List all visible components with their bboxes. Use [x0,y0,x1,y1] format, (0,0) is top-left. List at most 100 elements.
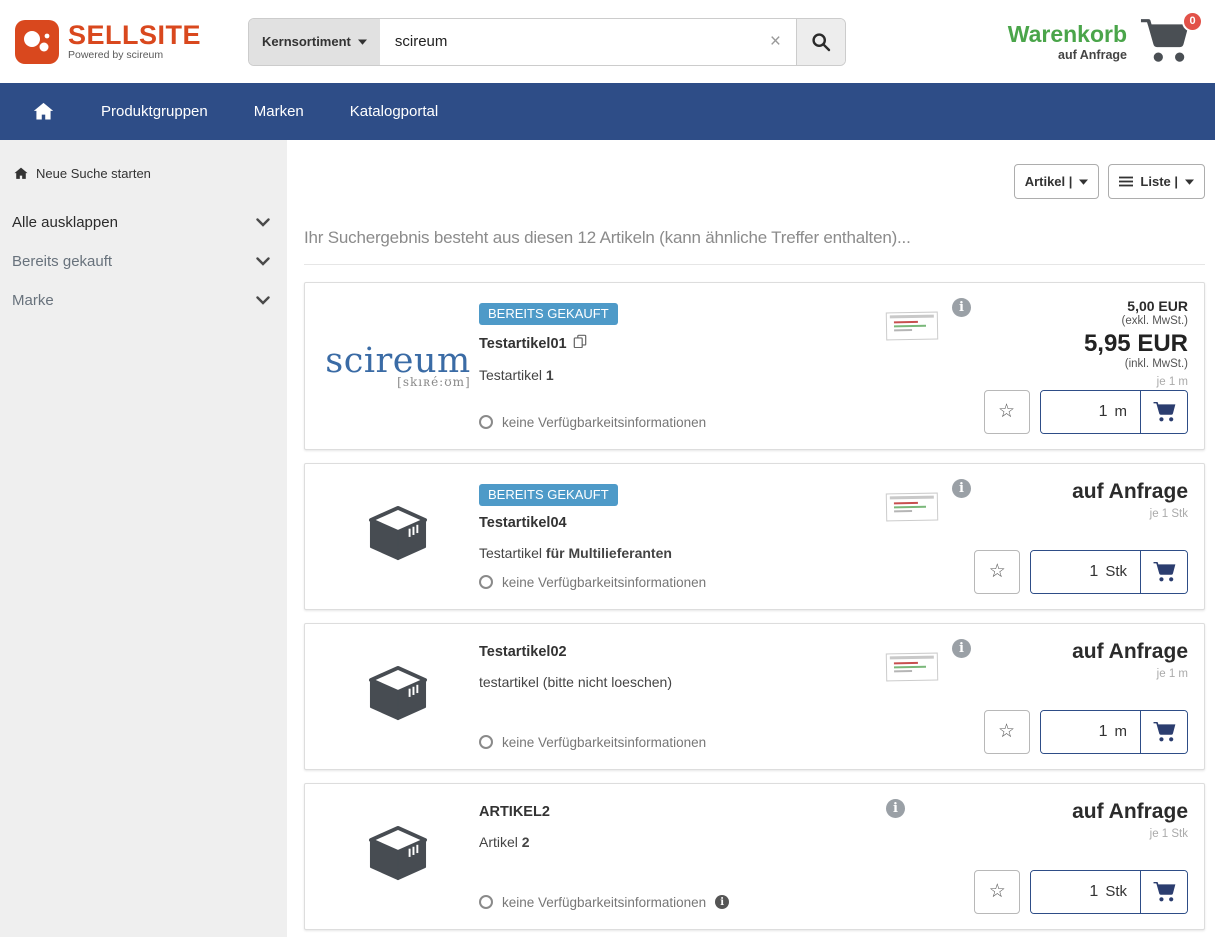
quantity-input[interactable] [1031,871,1105,913]
product-title[interactable]: Testartikel02 [479,644,567,660]
nav-item-katalogportal[interactable]: Katalogportal [327,103,461,120]
badge-bereits-gekauft: BEREITS GEKAUFT [479,484,618,506]
availability-text: keine Verfügbarkeitsinformationen [502,735,706,750]
search-input[interactable] [380,19,755,65]
thumbnail-line [890,496,934,500]
quantity-input[interactable] [1031,551,1105,593]
description-text: Testartikel [479,545,546,561]
info-icon[interactable]: i [952,639,971,658]
cart-count-badge: 0 [1182,11,1203,32]
datasheet-thumbnail[interactable] [886,493,938,522]
availability-row: keine Verfügbarkeitsinformationen [479,735,886,754]
quantity-group: m [1040,710,1189,754]
product-details: Testartikel02 testartikel (bitte nicht lo… [479,639,886,754]
thumbnail-line [894,510,913,512]
info-icon[interactable]: i [952,298,971,317]
product-card: scireum[skıʀé:ʊm]BEREITS GEKAUFTTestarti… [304,282,1205,450]
thumbnail-line [894,662,918,664]
product-description: testartikel (bitte nicht loeschen) [479,674,886,690]
view-mode-button[interactable]: Artikel | [1014,164,1100,199]
cart-text: Warenkorb auf Anfrage [1008,21,1127,63]
price-on-request: auf Anfrage [1072,799,1188,824]
brand-logo-icon [15,20,59,64]
price-block: auf Anfrageje 1 Stk [1072,479,1188,522]
price-block: auf Anfrageje 1 Stk [1072,799,1188,842]
info-icon[interactable]: i [715,895,729,909]
thumbnail-line [890,656,934,660]
description-bold: für Multilieferanten [546,545,672,561]
quantity-unit-label: m [1115,711,1141,753]
price-block: 5,00 EUR(exkl. MwSt.)5,95 EUR(inkl. MwSt… [1084,298,1188,390]
price-per-unit: je 1 m [1084,376,1188,390]
info-icon[interactable]: i [886,799,905,818]
product-right-panel: i 5,00 EUR(exkl. MwSt.)5,95 EUR(inkl. MwS… [886,298,1188,434]
product-title-row: Testartikel04 [479,515,886,531]
home-icon [33,102,54,121]
search-scope-dropdown[interactable]: Kernsortiment [249,19,380,65]
package-icon [366,825,430,888]
datasheet-thumbnail[interactable] [886,312,938,341]
results-divider [304,264,1205,265]
favorite-button[interactable]: ☆ [984,710,1030,754]
favorite-button[interactable]: ☆ [984,390,1030,434]
copy-icon[interactable] [573,334,587,353]
add-to-cart-button[interactable] [1140,551,1187,593]
info-icon[interactable]: i [952,479,971,498]
product-description: Testartikel 1 [479,367,886,383]
product-title[interactable]: Testartikel04 [479,515,567,531]
sidebar-item-marke[interactable]: Marke [0,281,287,320]
cart-link[interactable]: Warenkorb auf Anfrage 0 [1008,17,1195,67]
nav-item-marken[interactable]: Marken [231,103,327,120]
product-title[interactable]: Testartikel01 [479,336,567,352]
product-card: ARTIKEL2Artikel 2keine Verfügbarkeitsinf… [304,783,1205,930]
favorite-button[interactable]: ☆ [974,550,1020,594]
sidebar-item-bereits-gekauft[interactable]: Bereits gekauft [0,242,287,281]
nav-item-produktgruppen[interactable]: Produktgruppen [78,103,231,120]
description-bold: 1 [546,367,554,383]
favorite-button[interactable]: ☆ [974,870,1020,914]
product-actions: ☆m [886,710,1188,754]
main-navbar: Produktgruppen Marken Katalogportal [0,83,1215,140]
add-to-cart-button[interactable] [1140,391,1187,433]
brand-logo[interactable]: SELLSITE Powered by scireum [15,20,201,64]
page-body: Neue Suche starten Alle ausklappen Berei… [0,140,1215,937]
sidebar-new-search-label: Neue Suche starten [36,166,151,181]
quantity-input[interactable] [1041,391,1115,433]
product-details: BEREITS GEKAUFTTestartikel04Testartikel … [479,479,886,594]
add-to-cart-button[interactable] [1140,711,1187,753]
view-toolbar: Artikel | Liste | [304,164,1205,199]
product-details: BEREITS GEKAUFTTestartikel01Testartikel … [479,298,886,434]
clear-search-icon[interactable]: × [755,19,796,65]
brand-tagline: Powered by scireum [68,50,201,61]
thumbnail-line [894,506,926,509]
chevron-down-icon [256,257,270,266]
search-button[interactable] [796,19,845,65]
product-actions: ☆Stk [886,870,1188,914]
product-title[interactable]: ARTIKEL2 [479,804,550,820]
thumbnail-line [894,670,913,672]
product-right-panel: iauf Anfrageje 1 Stk☆Stk [886,479,1188,594]
product-right-panel: iauf Anfrageje 1 m☆m [886,639,1188,754]
quantity-input[interactable] [1041,711,1115,753]
add-to-cart-button[interactable] [1140,871,1187,913]
sidebar-item-alle-ausklappen[interactable]: Alle ausklappen [0,203,287,242]
view-mode-label: Artikel | [1025,174,1073,189]
sidebar-new-search[interactable]: Neue Suche starten [0,166,287,181]
description-text: Artikel [479,834,522,850]
availability-status-icon [479,895,493,909]
product-image[interactable] [317,479,479,594]
description-text: Testartikel [479,367,546,383]
product-description: Artikel 2 [479,834,886,850]
nav-home-button[interactable] [33,102,78,121]
sidebar-item-label: Bereits gekauft [12,253,112,270]
search-icon [811,32,831,52]
price-on-request: auf Anfrage [1072,639,1188,664]
cart-icon[interactable]: 0 [1139,17,1195,67]
product-image[interactable] [317,639,479,754]
product-details: ARTIKEL2Artikel 2keine Verfügbarkeitsinf… [479,799,886,914]
list-mode-button[interactable]: Liste | [1108,164,1205,199]
datasheet-thumbnail[interactable] [886,653,938,682]
product-image[interactable]: scireum[skıʀé:ʊm] [317,298,479,434]
product-image[interactable] [317,799,479,914]
chevron-down-icon [256,296,270,305]
